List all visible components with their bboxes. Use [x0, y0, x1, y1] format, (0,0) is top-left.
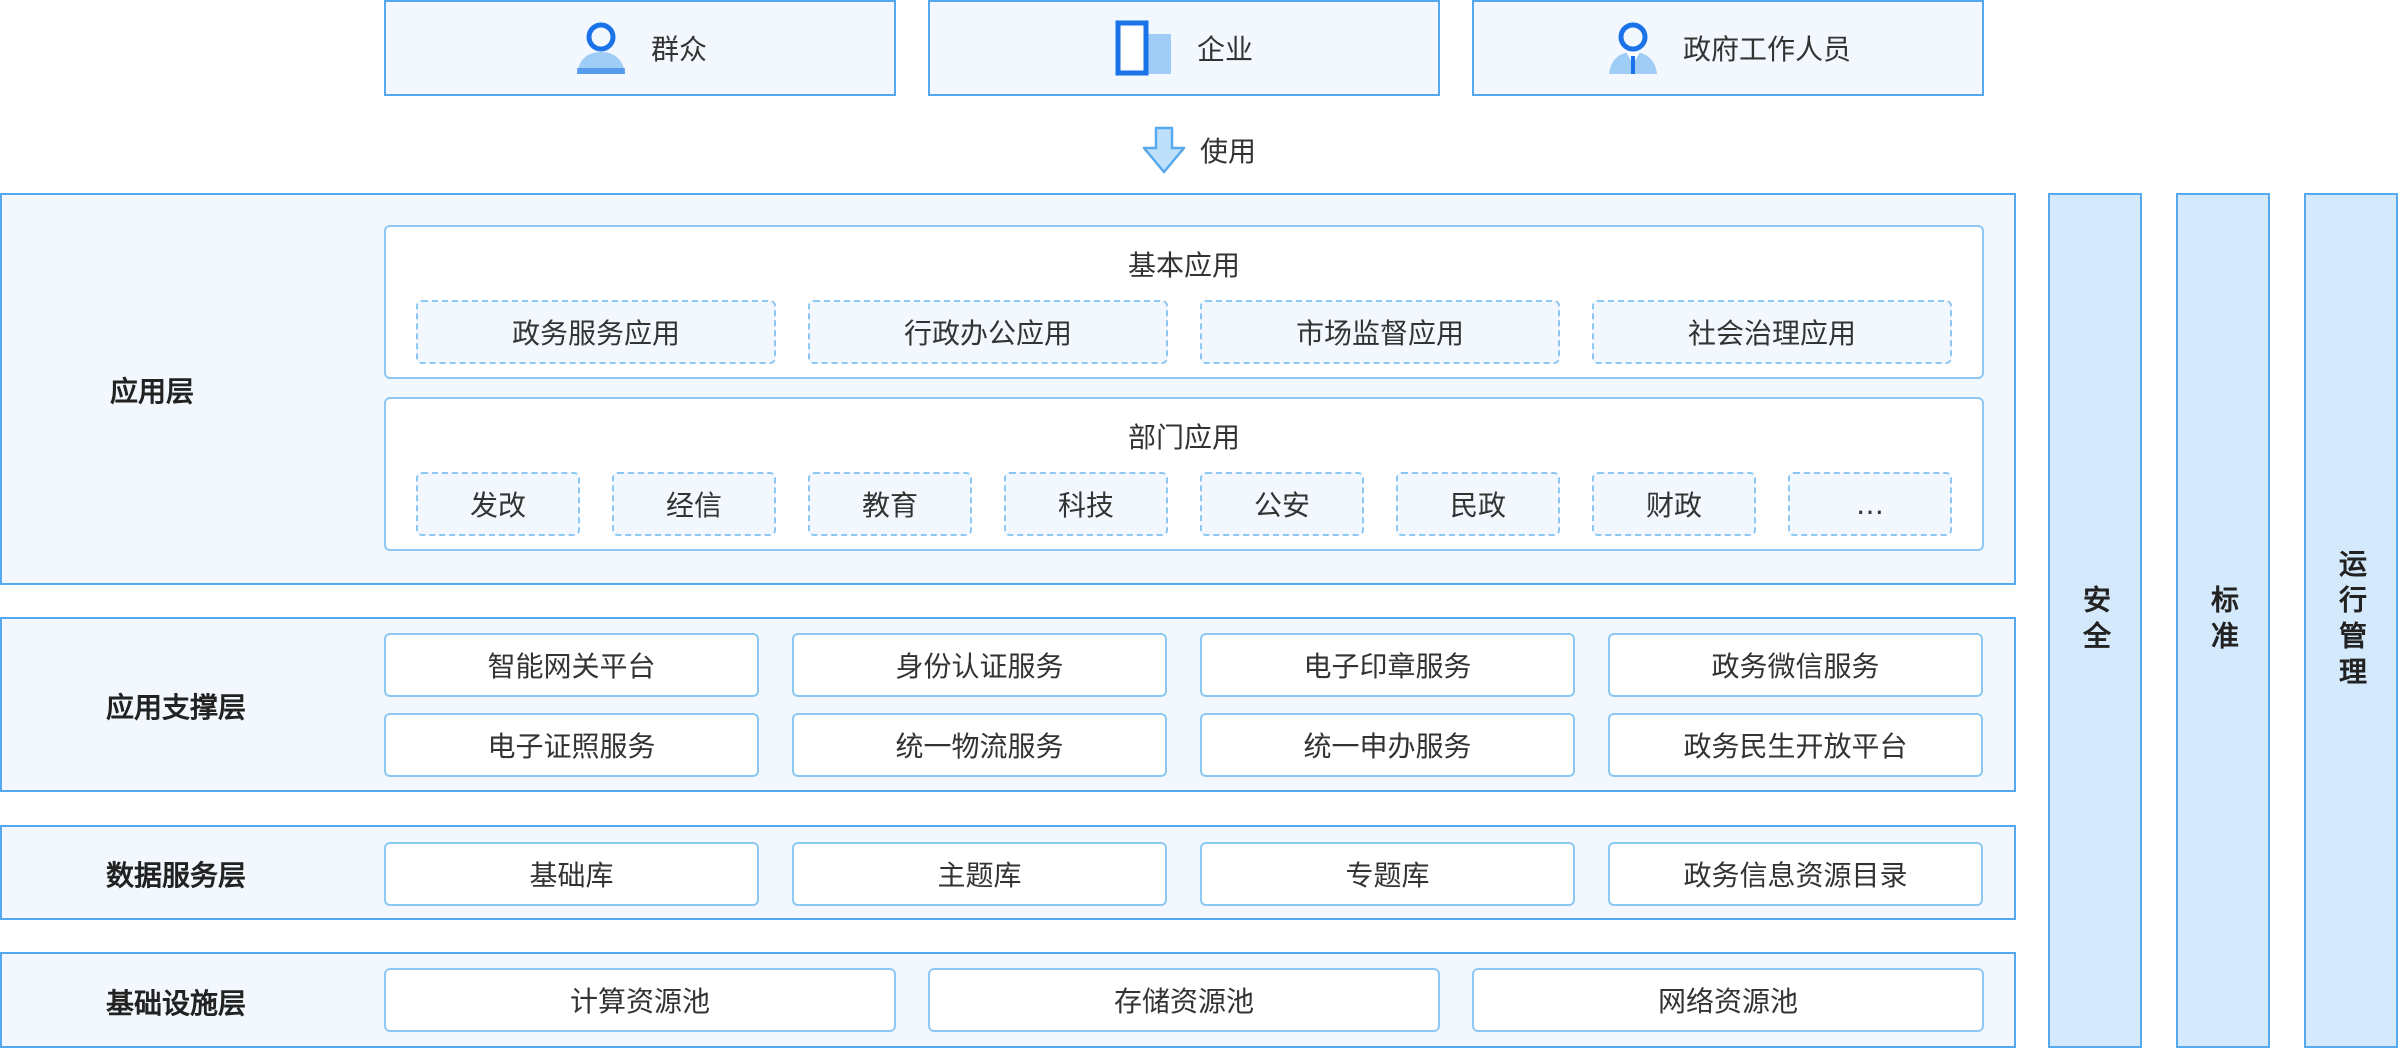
side-column-operation: 运行管理 [2304, 193, 2398, 1048]
data-item: 政务信息资源目录 [1608, 842, 1983, 906]
support-item: 身份认证服务 [792, 633, 1167, 697]
basic-app-item: 社会治理应用 [1592, 300, 1952, 364]
infra-item: 计算资源池 [384, 968, 896, 1032]
building-icon [1115, 20, 1171, 76]
layer-title: 应用层 [110, 375, 195, 408]
data-item: 主题库 [792, 842, 1167, 906]
dept-app-item: 公安 [1200, 472, 1364, 536]
dept-app-item: … [1788, 472, 1952, 536]
side-column-label: 标准 [2207, 584, 2240, 657]
support-item: 政务微信服务 [1608, 633, 1983, 697]
support-item: 统一申办服务 [1200, 713, 1575, 777]
user-box-public: 群众 [384, 0, 896, 96]
layer-title: 基础设施层 [106, 987, 247, 1020]
side-column-standard: 标准 [2176, 193, 2270, 1048]
user-label: 政府工作人员 [1682, 33, 1851, 66]
user-box-government: 政府工作人员 [1472, 0, 1984, 96]
dept-app-item: 民政 [1396, 472, 1560, 536]
panel-title: 基本应用 [1127, 249, 1240, 282]
side-column-label: 运行管理 [2335, 548, 2368, 693]
dept-app-item: 经信 [612, 472, 776, 536]
support-item: 智能网关平台 [384, 633, 759, 697]
user-box-enterprise: 企业 [928, 0, 1440, 96]
layer-title: 应用支撑层 [106, 691, 247, 724]
down-arrow-icon [1142, 126, 1186, 174]
user-label: 群众 [650, 33, 707, 66]
person-icon [576, 22, 625, 74]
infra-item: 存储资源池 [928, 968, 1440, 1032]
official-icon [1608, 22, 1657, 74]
data-item: 基础库 [384, 842, 759, 906]
side-column-security: 安全 [2048, 193, 2142, 1048]
support-item: 统一物流服务 [792, 713, 1167, 777]
dept-app-item: 科技 [1004, 472, 1168, 536]
infra-item: 网络资源池 [1472, 968, 1984, 1032]
use-label: 使用 [1200, 135, 1257, 168]
panel-title: 部门应用 [1127, 421, 1240, 454]
support-item: 政务民生开放平台 [1608, 713, 1983, 777]
dept-app-item: 财政 [1592, 472, 1756, 536]
support-item: 电子证照服务 [384, 713, 759, 777]
basic-app-item: 市场监督应用 [1200, 300, 1560, 364]
basic-app-item: 行政办公应用 [808, 300, 1168, 364]
dept-app-item: 教育 [808, 472, 972, 536]
dept-app-item: 发改 [416, 472, 580, 536]
user-label: 企业 [1196, 33, 1253, 66]
layer-title: 数据服务层 [106, 859, 247, 892]
support-item: 电子印章服务 [1200, 633, 1575, 697]
side-column-label: 安全 [2079, 584, 2112, 657]
basic-app-item: 政务服务应用 [416, 300, 776, 364]
data-item: 专题库 [1200, 842, 1575, 906]
